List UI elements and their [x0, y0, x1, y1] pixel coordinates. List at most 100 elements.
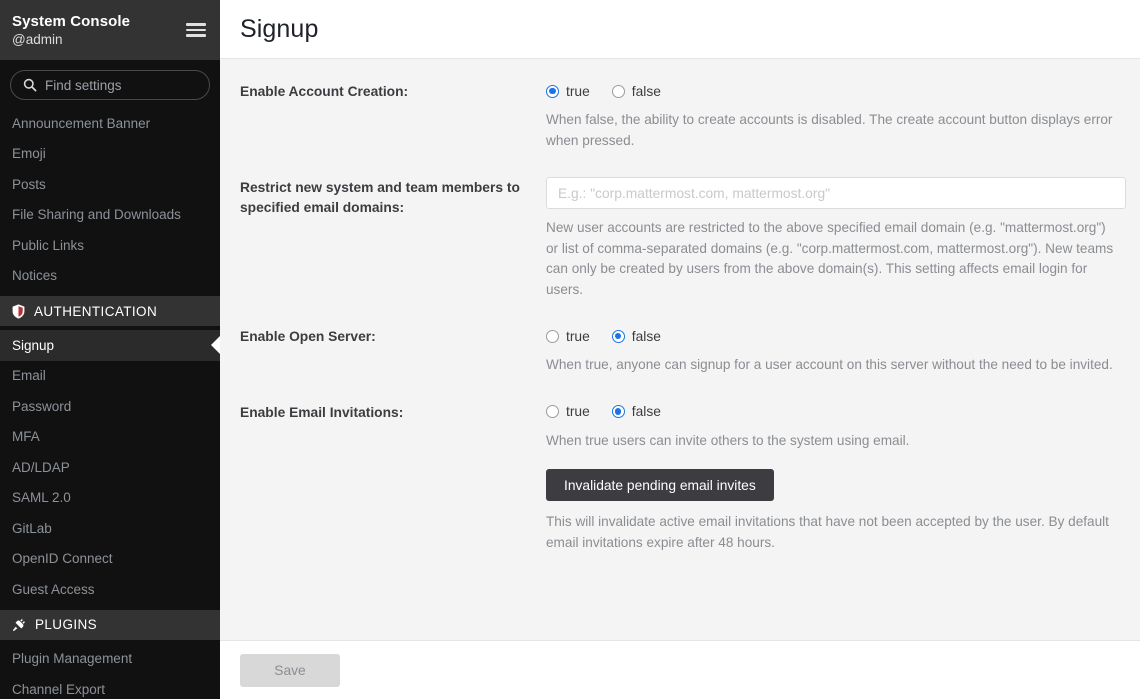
sidebar-item-label: Guest Access: [12, 581, 95, 597]
sidebar-item-label: Signup: [12, 337, 55, 353]
radio-dot-icon: [546, 84, 559, 98]
sidebar-item-label: Emoji: [12, 146, 46, 162]
sidebar-item-label: MFA: [12, 429, 40, 445]
radio-dot-icon: [611, 405, 625, 418]
hamburger-icon[interactable]: [186, 23, 206, 37]
radio-label: true: [566, 83, 590, 99]
sidebar-section-label: AUTHENTICATION: [34, 303, 158, 319]
radio-account-creation-false[interactable]: false: [611, 83, 661, 99]
setting-control: New user accounts are restricted to the …: [546, 177, 1126, 300]
invalidate-help-text: This will invalidate active email invita…: [546, 514, 1109, 550]
sidebar-item-channel-export[interactable]: Channel Export: [0, 674, 220, 699]
invalidate-pending-email-invites-button[interactable]: Invalidate pending email invites: [546, 469, 774, 501]
radio-label: false: [631, 83, 661, 99]
sidebar-item-posts[interactable]: Posts: [0, 169, 220, 200]
radio-group-enable-email-invitations: true false: [546, 402, 1120, 422]
console-title: System Console: [12, 12, 131, 30]
sidebar-section-authentication[interactable]: AUTHENTICATION: [0, 296, 220, 326]
sidebar-item-label: Password: [12, 398, 72, 414]
sidebar: System Console @admin Find settings Anno…: [0, 0, 220, 699]
sidebar-item-label: Posts: [12, 176, 46, 192]
setting-label: Enable Email Invitations:: [240, 404, 404, 420]
setting-enable-email-invitations: Enable Email Invitations: true false Whe…: [220, 402, 1140, 554]
page-title: Signup: [240, 14, 319, 43]
sidebar-item-password[interactable]: Password: [0, 391, 220, 422]
main-content: Signup Enable Account Creation: true fal…: [220, 0, 1140, 699]
radio-dot-icon: [546, 329, 559, 343]
sidebar-item-gitlab[interactable]: GitLab: [0, 513, 220, 544]
radio-label: true: [566, 328, 590, 344]
search-placeholder: Find settings: [45, 77, 122, 93]
sidebar-item-label: Announcement Banner: [12, 115, 151, 131]
sidebar-item-public-links[interactable]: Public Links: [0, 230, 220, 261]
radio-email-invitations-false[interactable]: false: [611, 404, 661, 419]
setting-control: true false When false, the ability to cr…: [546, 81, 1120, 151]
search-input[interactable]: Find settings: [10, 70, 210, 100]
setting-enable-open-server: Enable Open Server: true false When true…: [220, 326, 1140, 376]
sidebar-item-label: GitLab: [12, 520, 52, 536]
sidebar-item-label: Plugin Management: [12, 651, 133, 667]
plug-icon: [12, 618, 26, 632]
sidebar-item-label: Channel Export: [12, 681, 106, 697]
sidebar-item-plugin-management[interactable]: Plugin Management: [0, 644, 220, 675]
email-domains-input[interactable]: [546, 177, 1126, 209]
sidebar-item-label: File Sharing and Downloads: [12, 207, 181, 223]
sidebar-item-label: Public Links: [12, 237, 85, 253]
sidebar-item-label: AD/LDAP: [12, 459, 70, 475]
radio-open-server-false[interactable]: false: [611, 328, 661, 344]
radio-group-enable-account-creation: true false: [546, 81, 1120, 101]
system-console-app: System Console @admin Find settings Anno…: [0, 0, 1140, 699]
radio-label: true: [566, 404, 590, 419]
radio-email-invitations-true[interactable]: true: [546, 404, 590, 419]
radio-dot-icon: [611, 329, 625, 343]
settings-list: Enable Account Creation: true false When…: [220, 59, 1140, 640]
active-indicator-arrow-icon: [211, 336, 220, 355]
radio-open-server-true[interactable]: true: [546, 329, 590, 344]
sidebar-item-file-sharing-and-downloads[interactable]: File Sharing and Downloads: [0, 200, 220, 231]
console-username: @admin: [12, 31, 63, 47]
sidebar-item-ad-ldap[interactable]: AD/LDAP: [0, 452, 220, 483]
sidebar-item-guest-access[interactable]: Guest Access: [0, 574, 220, 605]
radio-label: false: [631, 328, 661, 344]
sidebar-search-wrap: Find settings: [0, 60, 220, 106]
sidebar-item-label: SAML 2.0: [12, 490, 71, 506]
main-header: Signup: [220, 0, 1140, 59]
sidebar-item-label: OpenID Connect: [12, 551, 113, 567]
search-icon: [23, 78, 37, 92]
setting-help-text: When true, anyone can signup for a user …: [546, 357, 1113, 372]
sidebar-item-openid-connect[interactable]: OpenID Connect: [0, 544, 220, 575]
sidebar-item-email[interactable]: Email: [0, 361, 220, 392]
sidebar-item-notices[interactable]: Notices: [0, 261, 220, 292]
sidebar-item-saml[interactable]: SAML 2.0: [0, 483, 220, 514]
sidebar-section-plugins[interactable]: PLUGINS: [0, 609, 220, 640]
radio-group-enable-open-server: true false: [546, 326, 1120, 346]
sidebar-nav: Announcement Banner Emoji Posts File Sha…: [0, 106, 220, 699]
save-button[interactable]: Save: [240, 653, 340, 687]
sidebar-item-mfa[interactable]: MFA: [0, 422, 220, 453]
sidebar-item-emoji[interactable]: Emoji: [0, 139, 220, 170]
setting-restrict-email-domains: Restrict new system and team members to …: [220, 177, 1140, 300]
sidebar-item-label: Email: [12, 368, 46, 384]
radio-dot-icon: [546, 405, 559, 418]
sidebar-item-announcement-banner[interactable]: Announcement Banner: [0, 108, 220, 139]
setting-help-text: When true users can invite others to the…: [546, 432, 910, 448]
setting-label: Enable Account Creation:: [240, 84, 409, 99]
radio-dot-icon: [611, 84, 625, 98]
shield-icon: [12, 303, 25, 319]
sidebar-branding: System Console @admin: [12, 13, 130, 48]
setting-control: true false When true, anyone can signup …: [546, 326, 1120, 376]
main-footer: Save: [220, 640, 1140, 699]
radio-account-creation-true[interactable]: true: [546, 84, 590, 99]
sidebar-item-label: Notices: [12, 268, 58, 284]
setting-help-text: When false, the ability to create accoun…: [546, 112, 1113, 148]
setting-label: Restrict new system and team members to …: [240, 180, 520, 215]
sidebar-item-signup[interactable]: Signup: [0, 330, 220, 361]
setting-enable-account-creation: Enable Account Creation: true false When…: [220, 81, 1140, 151]
setting-label: Enable Open Server:: [240, 329, 376, 344]
setting-control: true false When true users can invite ot…: [546, 402, 1120, 554]
sidebar-header: System Console @admin: [0, 0, 220, 60]
setting-help-text: New user accounts are restricted to the …: [546, 220, 1114, 297]
invalidate-button-wrap: Invalidate pending email invites: [546, 469, 1120, 501]
radio-label: false: [631, 404, 661, 419]
sidebar-section-label: PLUGINS: [35, 617, 98, 632]
